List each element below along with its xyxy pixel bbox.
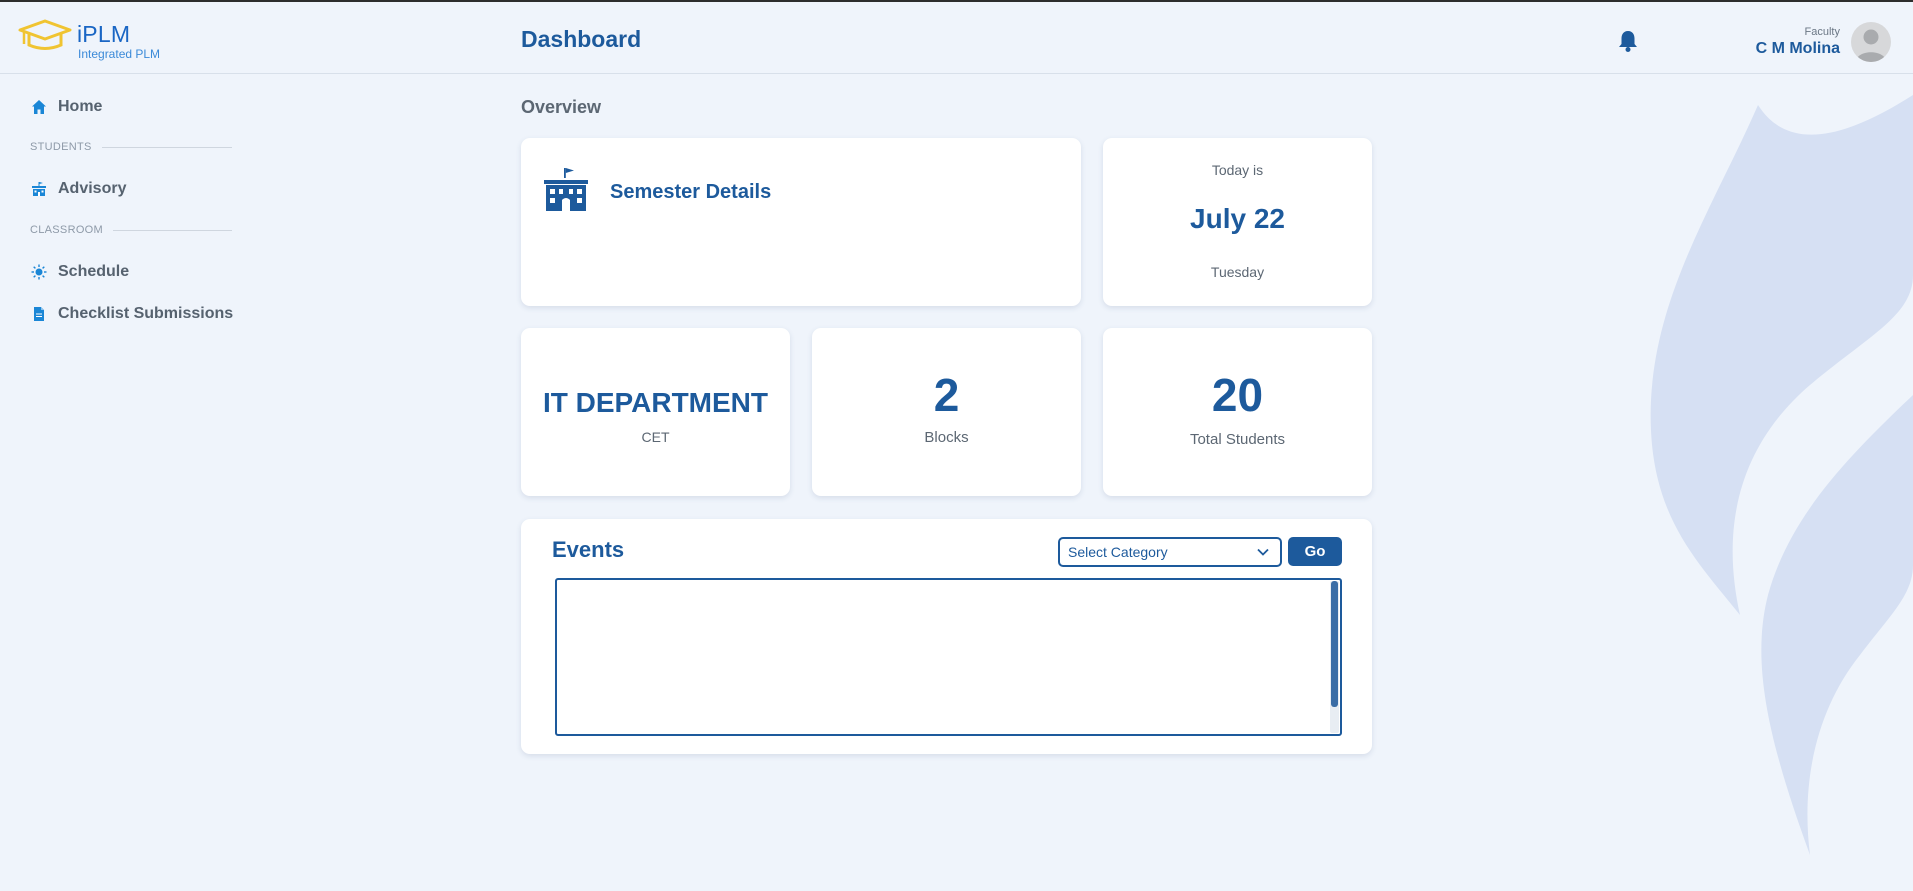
date-prefix: Today is <box>1211 162 1264 178</box>
section-classroom: CLASSROOM <box>30 223 232 237</box>
bell-icon[interactable] <box>1617 29 1639 53</box>
sidebar-item-label: Checklist Submissions <box>58 305 234 322</box>
user-role: Faculty <box>1804 26 1840 38</box>
total-students-card: 20 Total Students <box>1103 328 1372 496</box>
events-title: Events <box>552 537 625 562</box>
user-silhouette-icon <box>1856 29 1886 62</box>
sidebar-item-checklist-submissions[interactable]: Checklist Submissions <box>30 301 233 327</box>
page-title: Dashboard <box>521 26 642 52</box>
section-divider <box>101 146 232 148</box>
sidebar-item-home[interactable]: Home <box>30 94 102 120</box>
current-date: July 22 <box>1190 203 1285 234</box>
section-divider <box>113 229 232 231</box>
blocks-card: 2 Blocks <box>812 328 1081 496</box>
school-building-icon <box>30 180 48 198</box>
sidebar-item-label: Advisory <box>58 180 127 197</box>
document-icon <box>30 305 48 323</box>
school-building-icon <box>543 166 589 212</box>
user-name[interactable]: C M Molina <box>1756 40 1840 58</box>
scrollbar-thumb[interactable] <box>1331 581 1338 707</box>
department-college: CET <box>641 429 670 445</box>
semester-details-title: Semester Details <box>610 181 772 203</box>
flame-watermark <box>1650 95 1913 855</box>
brand-subtitle: Integrated PLM <box>78 47 161 61</box>
avatar[interactable] <box>1851 22 1891 62</box>
department-name: IT DEPARTMENT <box>542 387 769 418</box>
section-title-overview: Overview <box>521 97 602 117</box>
sidebar-item-label: Home <box>58 98 103 115</box>
graduation-cap-icon <box>18 19 72 50</box>
sidebar-item-schedule[interactable]: Schedule <box>30 259 129 285</box>
sidebar-item-advisory[interactable]: Advisory <box>30 176 126 202</box>
events-list[interactable] <box>555 578 1342 736</box>
events-card: Events Select Category Go <box>521 519 1372 754</box>
blocks-label: Blocks <box>924 429 969 446</box>
category-select-value: Select Category <box>1068 544 1168 560</box>
events-scrollbar[interactable] <box>1330 581 1339 733</box>
go-button[interactable]: Go <box>1288 537 1342 566</box>
category-select[interactable]: Select Category <box>1058 537 1282 567</box>
chevron-down-icon <box>1256 545 1270 559</box>
bulb-icon <box>30 263 48 281</box>
students-count: 20 <box>1211 369 1264 421</box>
sidebar-item-label: Schedule <box>58 263 130 280</box>
today-date-card: Today is July 22 Tuesday <box>1103 138 1372 306</box>
home-icon <box>30 98 48 116</box>
brand-logo[interactable]: iPLM Integrated PLM <box>18 18 178 62</box>
section-label: STUDENTS <box>30 141 92 153</box>
top-header: iPLM Integrated PLM Dashboard Faculty C … <box>0 2 1913 74</box>
blocks-count: 2 <box>933 369 960 421</box>
current-weekday: Tuesday <box>1210 264 1265 280</box>
brand-name: iPLM <box>77 21 131 47</box>
section-students: STUDENTS <box>30 140 232 154</box>
department-card: IT DEPARTMENT CET <box>521 328 790 496</box>
semester-details-card[interactable]: Semester Details <box>521 138 1081 306</box>
students-label: Total Students <box>1189 431 1286 448</box>
section-label: CLASSROOM <box>30 224 103 236</box>
